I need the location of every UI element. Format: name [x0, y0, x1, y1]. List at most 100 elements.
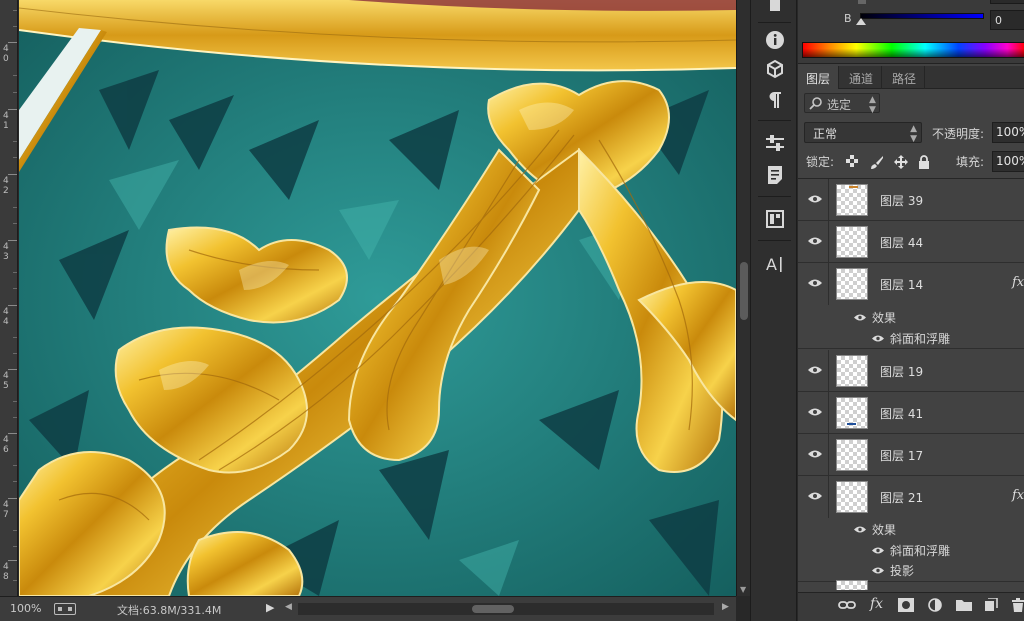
eye-visibility-icon[interactable]	[808, 193, 822, 207]
eye-visibility-icon[interactable]	[872, 332, 884, 346]
effect-name: 投影	[890, 564, 915, 578]
mask-icon[interactable]	[898, 598, 914, 615]
zoom-level[interactable]: 100%	[10, 602, 41, 615]
adjust-sliders-icon[interactable]	[763, 132, 787, 156]
effect-row[interactable]: 投影	[798, 559, 1024, 580]
tab-layers[interactable]: 图层	[798, 66, 840, 89]
opacity-field[interactable]: 100%	[992, 122, 1024, 143]
layer-name: 图层 39	[880, 194, 924, 208]
chevron-updown-icon: ▲ ▼	[869, 95, 876, 115]
status-bar: 100% 文档:63.8M/331.4M ▶ ◀ ▶	[0, 596, 736, 621]
effects-row[interactable]: 效果	[798, 518, 1024, 539]
blue-channel-value[interactable]: 0	[990, 10, 1024, 30]
effects-row[interactable]: 效果	[798, 306, 1024, 327]
eye-visibility-icon[interactable]	[808, 448, 822, 462]
3d-cube-icon[interactable]	[763, 57, 787, 81]
layer-name: 图层 17	[880, 449, 924, 463]
svg-text:A: A	[766, 255, 777, 274]
eye-visibility-icon[interactable]	[872, 544, 884, 558]
vertical-ruler[interactable]: 4 0 4 1 4 2 4 3 4 4 4 5 4 6 4 7 4 8	[0, 0, 18, 596]
lock-image-brush-icon[interactable]	[870, 155, 884, 172]
eye-visibility-icon[interactable]	[808, 490, 822, 504]
layer-row[interactable]: 图层 39	[798, 179, 1024, 221]
status-menu-arrow-icon[interactable]: ▶	[266, 601, 274, 614]
color-panel: B 0	[798, 0, 1024, 64]
layer-row[interactable]: 图层 44	[798, 221, 1024, 263]
notes-icon[interactable]	[763, 163, 787, 187]
layers-panel-tabs: 图层 通道 路径	[798, 66, 1024, 89]
panel-icon-strip: A	[750, 0, 797, 621]
delete-icon[interactable]	[1012, 598, 1024, 615]
eye-visibility-icon[interactable]	[854, 523, 866, 537]
eye-visibility-icon[interactable]	[808, 235, 822, 249]
new-layer-icon[interactable]	[984, 597, 998, 615]
navigator-icon[interactable]	[763, 207, 787, 231]
document-canvas[interactable]	[19, 0, 736, 596]
layer-thumbnail	[836, 268, 868, 300]
new-group-icon[interactable]	[956, 598, 972, 614]
search-icon	[809, 96, 823, 113]
effect-row[interactable]: 斜面和浮雕	[798, 327, 1024, 348]
doc-size-info: 文档:63.8M/331.4M	[117, 604, 222, 617]
layers-list: 图层 39 图层 44 图层 14 fx 效果 斜面和浮雕 图层 19 图层 4…	[798, 178, 1024, 590]
slider-handle-top[interactable]	[858, 0, 866, 4]
eye-visibility-icon[interactable]	[808, 406, 822, 420]
layer-row[interactable]: 图层 21 fx	[798, 476, 1024, 518]
effects-label: 效果	[872, 311, 897, 325]
scroll-thumb[interactable]	[740, 262, 748, 320]
tab-channels[interactable]: 通道	[841, 66, 883, 89]
paragraph-icon[interactable]	[763, 88, 787, 112]
slider-handle[interactable]	[856, 18, 866, 25]
artwork-image	[19, 0, 736, 596]
lock-row: 锁定:	[798, 150, 1024, 174]
layer-row[interactable]: 图层 41	[798, 392, 1024, 434]
status-toggle-icon[interactable]	[54, 603, 76, 615]
fill-field[interactable]: 100%	[992, 151, 1024, 172]
layer-name: 图层 21	[880, 491, 924, 505]
layer-row[interactable]: 图层 14 fx	[798, 263, 1024, 305]
lock-transparent-icon[interactable]	[846, 155, 858, 170]
tab-paths[interactable]: 路径	[884, 66, 926, 89]
fill-label: 填充:	[956, 155, 985, 169]
horizontal-scrollbar[interactable]	[298, 603, 714, 615]
fx-icon[interactable]: fx	[1012, 275, 1024, 290]
top-panel-icon[interactable]	[763, 0, 787, 18]
effect-row[interactable]: 斜面和浮雕	[798, 539, 1024, 560]
chevron-updown-icon: ▲ ▼	[910, 124, 917, 144]
blend-mode-value: 正常	[813, 127, 838, 141]
layer-thumbnail	[836, 580, 868, 590]
blue-channel-slider[interactable]	[860, 13, 984, 19]
eye-visibility-icon[interactable]	[872, 564, 884, 578]
layer-row[interactable]: 图层 17	[798, 434, 1024, 476]
fx-icon[interactable]: fx	[870, 596, 883, 612]
vertical-scrollbar[interactable]: ▼	[736, 0, 750, 596]
blend-mode-select[interactable]: 正常 ▲ ▼	[804, 122, 922, 144]
adjustment-layer-icon[interactable]	[928, 598, 942, 615]
eye-visibility-icon[interactable]	[808, 277, 822, 291]
layer-name: 图层 41	[880, 407, 924, 421]
layer-filter-select[interactable]: 选定 ▲ ▼	[804, 93, 880, 115]
character-icon[interactable]: A	[763, 252, 787, 276]
scroll-right-arrow[interactable]: ▶	[722, 602, 729, 612]
layer-thumbnail	[836, 226, 868, 258]
lock-all-icon[interactable]	[918, 155, 930, 172]
scroll-thumb[interactable]	[472, 605, 514, 613]
layer-row[interactable]: 图层 19	[798, 350, 1024, 392]
eye-visibility-icon[interactable]	[854, 311, 866, 325]
link-layers-icon[interactable]	[838, 598, 856, 615]
scroll-down-arrow[interactable]: ▼	[740, 585, 746, 594]
info-icon[interactable]	[763, 28, 787, 52]
lock-position-move-icon[interactable]	[894, 155, 908, 172]
effects-label: 效果	[872, 523, 897, 537]
right-panel: B 0 图层 通道 路径 选定 ▲▼ 正常 ▲▼ 不透明度: 100% 锁定:	[798, 0, 1024, 621]
eye-visibility-icon[interactable]	[808, 364, 822, 378]
filter-label: 选定	[827, 98, 852, 112]
photoshop-window: 4 0 4 1 4 2 4 3 4 4 4 5 4 6 4 7 4 8 ▼ 10…	[0, 0, 1024, 621]
channel-field-top[interactable]	[990, 0, 1024, 4]
opacity-label: 不透明度:	[932, 127, 985, 141]
scroll-left-arrow[interactable]: ◀	[285, 602, 292, 612]
layer-name: 图层 19	[880, 365, 924, 379]
color-spectrum-bar[interactable]	[802, 42, 1024, 58]
fx-icon[interactable]: fx	[1012, 488, 1024, 503]
lock-label: 锁定:	[806, 155, 835, 169]
